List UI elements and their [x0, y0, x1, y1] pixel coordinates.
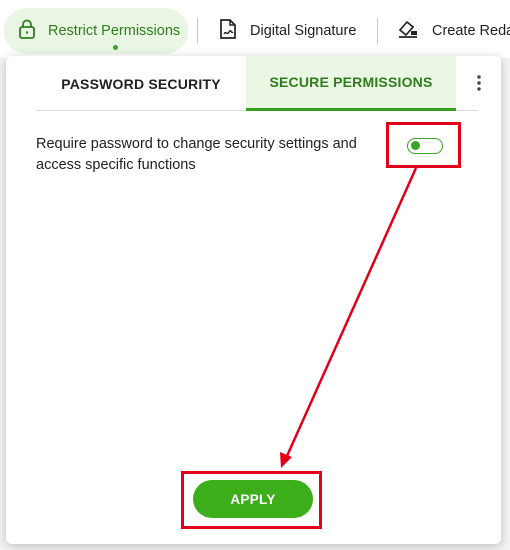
- require-password-setting-label: Require password to change security sett…: [36, 136, 357, 173]
- create-redaction-label: Create Reda: [432, 23, 510, 39]
- active-indicator-dot: [113, 45, 118, 50]
- digital-signature-button[interactable]: Digital Signature: [218, 8, 356, 54]
- tab-password-security[interactable]: PASSWORD SECURITY: [36, 56, 246, 111]
- security-tabs: PASSWORD SECURITY SECURE PERMISSIONS: [36, 56, 478, 111]
- create-redaction-button[interactable]: Create Reda: [396, 8, 510, 54]
- digital-signature-label: Digital Signature: [250, 23, 357, 39]
- toolbar-divider: [197, 18, 198, 44]
- eraser-icon: [396, 18, 420, 44]
- restrict-permissions-label: Restrict Permissions: [48, 23, 181, 39]
- toolbar: Restrict Permissions Digital Signature C…: [0, 0, 510, 58]
- lock-icon: [18, 19, 36, 43]
- more-options-icon[interactable]: [468, 68, 490, 98]
- restrict-permissions-button[interactable]: Restrict Permissions: [4, 8, 188, 54]
- apply-highlight-box: [181, 471, 322, 529]
- toggle-highlight-box: [386, 122, 461, 168]
- signature-doc-icon: [218, 18, 238, 44]
- tab-secure-permissions[interactable]: SECURE PERMISSIONS: [246, 56, 456, 111]
- toolbar-divider: [377, 18, 378, 44]
